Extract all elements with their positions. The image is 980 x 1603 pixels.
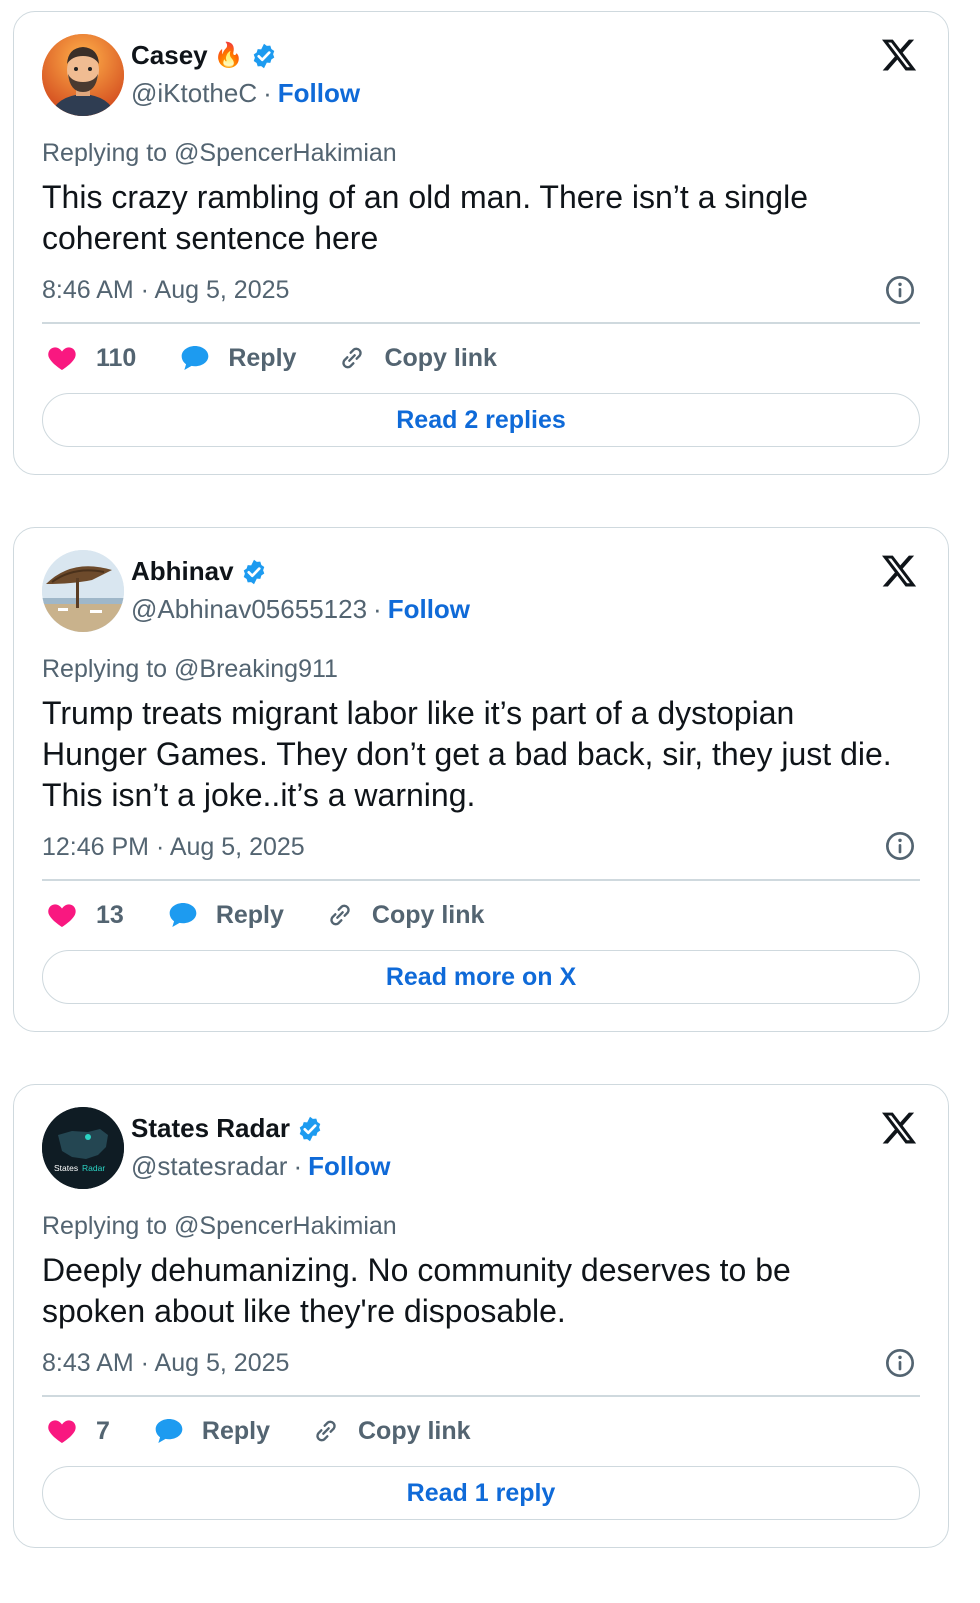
tweet-card-states-radar: States Radar States Radar @statesradar ·… <box>13 1084 949 1548</box>
avatar[interactable] <box>42 550 124 632</box>
like-button[interactable]: 7 <box>46 1415 110 1447</box>
separator: · <box>373 594 382 624</box>
like-button[interactable]: 110 <box>46 342 136 374</box>
logo-text-radar: Radar <box>82 1163 105 1173</box>
divider <box>42 322 920 324</box>
link-icon <box>342 347 363 369</box>
copy-link-button[interactable]: Copy link <box>336 342 497 374</box>
like-count: 110 <box>96 343 137 372</box>
heart-icon <box>48 904 76 927</box>
states-radar-logo-avatar-icon: States Radar <box>42 1107 124 1189</box>
handle-row: @Abhinav05655123 · Follow <box>131 594 470 625</box>
link-icon <box>330 904 350 926</box>
copy-link-label: Copy link <box>371 900 485 929</box>
verified-badge-icon <box>253 43 274 68</box>
heart-icon <box>48 347 76 370</box>
action-bar: 7 Reply Copy link <box>46 1415 471 1447</box>
author-row: States Radar <box>131 1113 324 1144</box>
logo-text-states: States <box>54 1163 78 1173</box>
replying-to[interactable]: Replying to @Breaking911 <box>42 655 338 684</box>
info-icon[interactable] <box>884 830 916 862</box>
like-button[interactable]: 13 <box>46 899 124 931</box>
fire-emoji: 🔥 <box>213 42 244 69</box>
action-bar: 13 Reply Copy link <box>46 899 484 931</box>
author-name[interactable]: Abhinav <box>131 556 234 587</box>
replying-to[interactable]: Replying to @SpencerHakimian <box>42 139 397 168</box>
timestamp[interactable]: 8:43 AM · Aug 5, 2025 <box>42 1349 289 1378</box>
author-row: Abhinav <box>131 556 268 587</box>
read-replies-button[interactable]: Read 2 replies <box>42 393 920 447</box>
read-replies-button[interactable]: Read 1 reply <box>42 1466 920 1520</box>
action-bar: 110 Reply Copy link <box>46 342 497 374</box>
copy-link-button[interactable]: Copy link <box>324 899 485 931</box>
bearded-man-avatar-icon <box>42 34 124 116</box>
x-logo-icon[interactable] <box>880 1109 918 1147</box>
beach-umbrella-avatar-icon <box>42 550 124 632</box>
speech-bubble-icon <box>155 1419 183 1443</box>
avatar[interactable] <box>42 34 124 116</box>
x-logo-icon[interactable] <box>880 36 918 74</box>
follow-button[interactable]: Follow <box>308 1151 390 1182</box>
x-logo-icon[interactable] <box>880 552 918 590</box>
timestamp[interactable]: 12:46 PM · Aug 5, 2025 <box>42 833 305 862</box>
author-handle[interactable]: @statesradar <box>131 1151 287 1182</box>
tweet-text: Deeply dehumanizing. No community deserv… <box>42 1252 791 1329</box>
reply-label: Reply <box>228 343 297 372</box>
tweet-text: This crazy rambling of an old man. There… <box>42 179 808 256</box>
handle-row: @statesradar · Follow <box>131 1151 390 1182</box>
author-name[interactable]: Casey <box>131 40 208 71</box>
replying-to[interactable]: Replying to @SpencerHakimian <box>42 1212 397 1241</box>
tweet-text: Trump treats migrant labor like it’s par… <box>42 695 892 813</box>
speech-bubble-icon <box>182 346 209 370</box>
info-icon[interactable] <box>884 1347 916 1379</box>
like-count: 13 <box>96 900 124 929</box>
tweet-card-abhinav: Abhinav @Abhinav05655123 · Follow Replyi… <box>13 527 949 1032</box>
reply-label: Reply <box>201 1416 270 1445</box>
author-row: Casey 🔥 <box>131 40 278 71</box>
reply-label: Reply <box>215 900 284 929</box>
read-more-button[interactable]: Read more on X <box>42 950 920 1004</box>
separator: · <box>263 78 272 108</box>
tweet-card-casey: Casey 🔥 @iKtotheC · Follow Replying to @… <box>13 11 949 475</box>
heart-icon <box>48 1420 76 1443</box>
like-count: 7 <box>96 1416 110 1445</box>
copy-link-label: Copy link <box>358 1416 471 1445</box>
info-icon[interactable] <box>884 274 916 306</box>
reply-button[interactable]: Reply <box>152 1415 270 1447</box>
reply-button[interactable]: Reply <box>178 342 296 374</box>
author-handle[interactable]: @iKtotheC <box>131 78 257 109</box>
link-icon <box>316 1420 336 1442</box>
separator: · <box>293 1151 303 1181</box>
follow-button[interactable]: Follow <box>388 594 470 625</box>
author-handle[interactable]: @Abhinav05655123 <box>131 594 367 625</box>
timestamp[interactable]: 8:46 AM · Aug 5, 2025 <box>42 276 289 305</box>
follow-button[interactable]: Follow <box>278 78 360 109</box>
copy-link-button[interactable]: Copy link <box>310 1415 471 1447</box>
verified-badge-icon <box>299 1116 321 1141</box>
speech-bubble-icon <box>169 903 197 927</box>
copy-link-label: Copy link <box>384 343 497 372</box>
handle-row: @iKtotheC · Follow <box>131 78 360 109</box>
divider <box>42 1395 920 1397</box>
author-name[interactable]: States Radar <box>131 1113 290 1144</box>
divider <box>42 879 920 881</box>
reply-button[interactable]: Reply <box>166 899 284 931</box>
avatar[interactable]: States Radar <box>42 1107 124 1189</box>
verified-badge-icon <box>243 559 264 584</box>
